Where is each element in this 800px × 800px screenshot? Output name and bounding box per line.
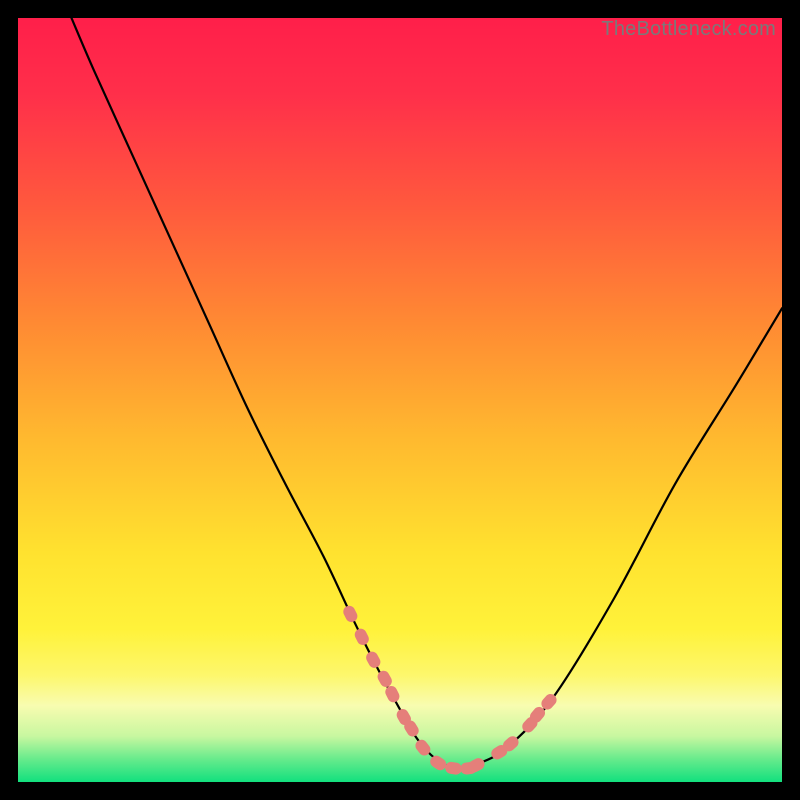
curve-marker [341, 604, 359, 624]
outer-frame: TheBottleneck.com [0, 0, 800, 800]
curve-marker [353, 627, 371, 647]
curve-marker [364, 650, 382, 670]
curve-markers [341, 604, 559, 776]
chart-svg [18, 18, 782, 782]
bottleneck-curve [71, 18, 782, 769]
curve-marker [383, 684, 401, 704]
plot-area: TheBottleneck.com [18, 18, 782, 782]
curve-marker [444, 761, 463, 776]
watermark-text: TheBottleneck.com [601, 18, 776, 41]
